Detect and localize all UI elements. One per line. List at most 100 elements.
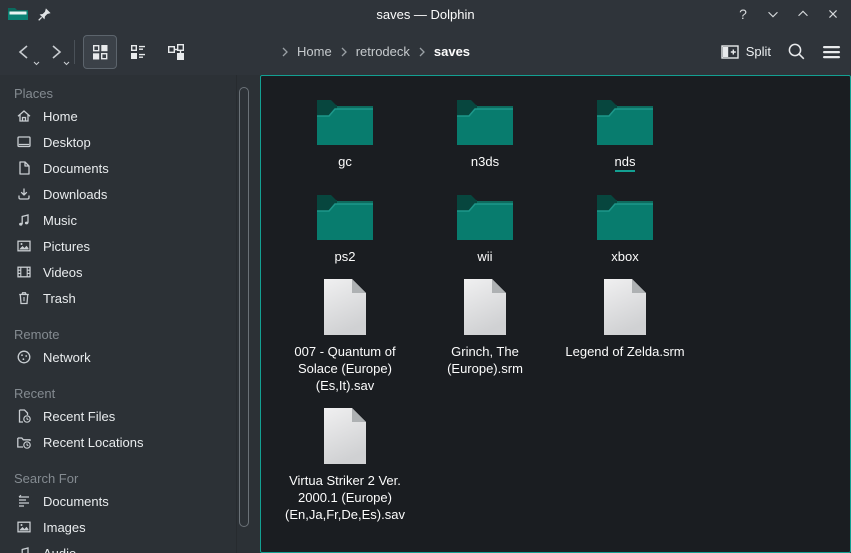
icons-view-button[interactable] bbox=[83, 35, 117, 69]
section-header-search-for: Search For bbox=[14, 469, 260, 488]
sidebar-item-recent-locations[interactable]: Recent Locations bbox=[14, 429, 260, 455]
recent-locations-icon bbox=[16, 434, 32, 450]
file-icon bbox=[462, 279, 508, 335]
sidebar-item-label: Pictures bbox=[43, 239, 90, 254]
help-button[interactable]: ? bbox=[733, 4, 753, 24]
sidebar-item-label: Recent Locations bbox=[43, 435, 143, 450]
sidebar-item-label: Network bbox=[43, 350, 91, 365]
sidebar-item-network[interactable]: Network bbox=[14, 344, 260, 370]
file-item-label: gc bbox=[338, 154, 352, 169]
split-view-icon bbox=[721, 44, 739, 60]
forward-button[interactable] bbox=[40, 36, 70, 68]
music-note-icon bbox=[16, 212, 32, 228]
sidebar-item-pictures[interactable]: Pictures bbox=[14, 233, 260, 259]
file-item-n3ds[interactable]: n3ds bbox=[415, 89, 555, 170]
breadcrumb: Home retrodeck saves bbox=[281, 44, 721, 59]
maximize-button[interactable] bbox=[793, 4, 813, 24]
section-recent: Recent Recent Files Recent Locations bbox=[14, 384, 260, 455]
folder-icon bbox=[457, 184, 513, 240]
section-header-recent: Recent bbox=[14, 384, 260, 403]
pin-icon[interactable] bbox=[37, 7, 52, 22]
file-item-007-quantum-of-solace[interactable]: 007 - Quantum of Solace (Europe) (Es,It)… bbox=[275, 279, 415, 394]
main-toolbar: Home retrodeck saves Split bbox=[0, 28, 851, 75]
file-item-label: Grinch, The (Europe).srm bbox=[447, 344, 523, 376]
app-folder-icon bbox=[8, 6, 28, 22]
file-item-label: n3ds bbox=[471, 154, 499, 169]
file-item-grinch-the[interactable]: Grinch, The (Europe).srm bbox=[415, 279, 555, 394]
file-grid: gc n3ds nds ps2 wii xbox 007 - Quantum o… bbox=[261, 76, 827, 537]
titlebar-left bbox=[8, 6, 198, 22]
sidebar-item-trash[interactable]: Trash bbox=[14, 285, 260, 311]
sidebar-item-search-documents[interactable]: Documents bbox=[14, 488, 260, 514]
search-icon bbox=[787, 42, 806, 61]
desktop-icon bbox=[16, 134, 32, 150]
sidebar-scrollbar[interactable] bbox=[239, 87, 249, 527]
folder-view: gc n3ds nds ps2 wii xbox 007 - Quantum o… bbox=[260, 75, 851, 553]
folder-icon bbox=[457, 89, 513, 145]
places-panel: Places Home Desktop Documents Downloads … bbox=[0, 75, 260, 553]
compact-view-icon bbox=[129, 43, 147, 61]
search-button[interactable] bbox=[787, 42, 806, 61]
file-icon bbox=[602, 279, 648, 335]
tree-view-button[interactable] bbox=[159, 35, 193, 69]
breadcrumb-item-home[interactable]: Home bbox=[295, 44, 334, 59]
sidebar-item-search-audio[interactable]: Audio bbox=[14, 540, 260, 553]
sidebar-item-label: Images bbox=[43, 520, 86, 535]
chevron-right-icon[interactable] bbox=[418, 46, 426, 58]
sidebar-item-label: Recent Files bbox=[43, 409, 115, 424]
film-icon bbox=[16, 264, 32, 280]
file-item-wii[interactable]: wii bbox=[415, 184, 555, 265]
sidebar-item-label: Music bbox=[43, 213, 77, 228]
sidebar-item-documents[interactable]: Documents bbox=[14, 155, 260, 181]
minimize-button[interactable] bbox=[763, 4, 783, 24]
back-button[interactable] bbox=[10, 36, 40, 68]
folder-icon bbox=[597, 89, 653, 145]
folder-icon bbox=[317, 89, 373, 145]
file-icon bbox=[322, 408, 368, 464]
folder-icon bbox=[317, 184, 373, 240]
sidebar-item-search-images[interactable]: Images bbox=[14, 514, 260, 540]
network-icon bbox=[16, 349, 32, 365]
file-item-xbox[interactable]: xbox bbox=[555, 184, 695, 265]
menu-button[interactable] bbox=[822, 44, 841, 60]
sidebar-item-label: Documents bbox=[43, 161, 109, 176]
file-item-ps2[interactable]: ps2 bbox=[275, 184, 415, 265]
document-icon bbox=[16, 160, 32, 176]
file-item-label: 007 - Quantum of Solace (Europe) (Es,It)… bbox=[294, 344, 395, 393]
sidebar-item-downloads[interactable]: Downloads bbox=[14, 181, 260, 207]
sidebar-item-desktop[interactable]: Desktop bbox=[14, 129, 260, 155]
home-icon bbox=[16, 108, 32, 124]
file-item-nds[interactable]: nds bbox=[555, 89, 695, 170]
compact-view-button[interactable] bbox=[121, 35, 155, 69]
split-button[interactable]: Split bbox=[721, 44, 771, 60]
sidebar-item-music[interactable]: Music bbox=[14, 207, 260, 233]
toolbar-separator bbox=[74, 40, 75, 64]
sidebar-item-label: Trash bbox=[43, 291, 76, 306]
file-item-label: nds bbox=[615, 154, 636, 172]
chevron-right-icon[interactable] bbox=[281, 46, 289, 58]
file-item-virtua-striker[interactable]: Virtua Striker 2 Ver. 2000.1 (Europe) (E… bbox=[275, 408, 415, 523]
window-controls: ? bbox=[653, 4, 843, 24]
forward-arrow-icon bbox=[45, 42, 65, 62]
split-button-label: Split bbox=[746, 44, 771, 59]
back-arrow-icon bbox=[15, 42, 35, 62]
document-lines-icon bbox=[16, 493, 32, 509]
file-item-label: Virtua Striker 2 Ver. 2000.1 (Europe) (E… bbox=[285, 473, 405, 522]
section-search-for: Search For Documents Images Audio bbox=[14, 469, 260, 553]
trash-icon bbox=[16, 290, 32, 306]
image-icon bbox=[16, 519, 32, 535]
sidebar-item-videos[interactable]: Videos bbox=[14, 259, 260, 285]
download-icon bbox=[16, 186, 32, 202]
icons-view-icon bbox=[91, 43, 109, 61]
file-item-label: xbox bbox=[611, 249, 638, 264]
breadcrumb-item-saves[interactable]: saves bbox=[432, 44, 472, 59]
file-item-gc[interactable]: gc bbox=[275, 89, 415, 170]
tree-view-icon bbox=[167, 43, 185, 61]
sidebar-item-home[interactable]: Home bbox=[14, 103, 260, 129]
chevron-right-icon[interactable] bbox=[340, 46, 348, 58]
file-item-legend-of-zelda[interactable]: Legend of Zelda.srm bbox=[555, 279, 695, 394]
section-remote: Remote Network bbox=[14, 325, 260, 370]
breadcrumb-item-retrodeck[interactable]: retrodeck bbox=[354, 44, 412, 59]
sidebar-item-recent-files[interactable]: Recent Files bbox=[14, 403, 260, 429]
close-button[interactable] bbox=[823, 4, 843, 24]
